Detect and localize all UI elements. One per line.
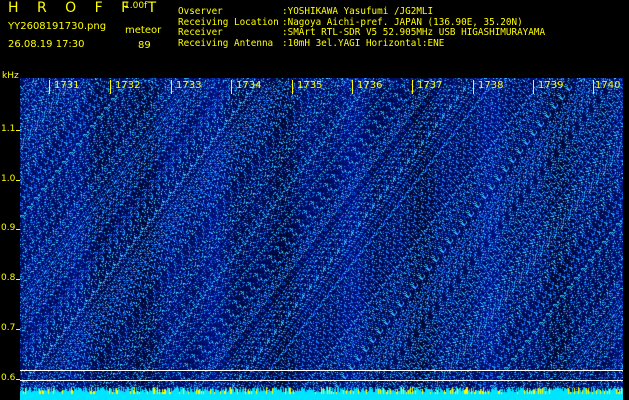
y-tick-mark <box>16 229 20 230</box>
y-tick-mark <box>16 130 20 131</box>
x-tick-label: 1733 <box>176 80 202 91</box>
y-tick-mark <box>16 279 20 280</box>
x-tick-label: 1732 <box>115 80 141 91</box>
y-tick-label: 1.1 <box>1 124 16 134</box>
x-tick-label: 1736 <box>357 80 383 91</box>
x-tick-line <box>593 80 594 94</box>
x-tick-line <box>352 80 353 94</box>
meteor-label: meteor <box>125 25 162 36</box>
x-tick-label: 1735 <box>297 80 323 91</box>
meteor-count: 89 <box>138 40 151 51</box>
spectrogram-waterfall <box>20 78 623 400</box>
antenna-value: :10mH 3el.YAGI Horizontal:ENE <box>282 37 445 49</box>
y-tick-label: 0.9 <box>1 223 16 233</box>
x-tick-line <box>533 80 534 94</box>
y-tick-label: 0.7 <box>1 323 16 333</box>
y-axis-unit: kHz <box>2 71 19 81</box>
x-tick-label: 1737 <box>417 80 443 91</box>
datetime-label: 26.08.19 17:30 <box>8 39 85 50</box>
x-tick-label: 1734 <box>236 80 262 91</box>
x-tick-line <box>171 80 172 94</box>
station-info-keys: Ovserver Receiving Location Receiver Receiv… <box>178 6 279 49</box>
observer-value: :YOSHIKAWA Yasufumi /JG2MLI <box>282 6 434 17</box>
x-tick-line <box>473 80 474 94</box>
x-tick-label: 1738 <box>478 80 504 91</box>
x-tick-line <box>412 80 413 94</box>
y-tick-label: 1.0 <box>1 174 16 184</box>
reference-line-upper <box>20 370 623 371</box>
x-tick-label: 1739 <box>538 80 564 91</box>
filename-label: YY2608191730.png <box>8 21 107 32</box>
y-tick-mark <box>16 180 20 181</box>
x-tick-line <box>292 80 293 94</box>
y-tick-mark <box>16 329 20 330</box>
reference-line-lower <box>20 380 623 381</box>
y-tick-label: 0.6 <box>1 373 16 383</box>
x-tick-line <box>231 80 232 94</box>
observer-key: Ovserver <box>178 6 223 17</box>
receiver-value: :SMArt RTL-SDR V5 52.905MHz USB HIGASHIM… <box>282 27 546 38</box>
antenna-key: Receiving Antenna <box>178 37 274 49</box>
x-tick-label: 1731 <box>54 80 80 91</box>
receiver-key: Receiver <box>178 27 223 38</box>
x-tick-label: 1740 <box>595 80 621 91</box>
version-label: 1.00f <box>124 1 148 11</box>
y-tick-label: 0.8 <box>1 273 16 283</box>
x-tick-line <box>49 80 50 94</box>
x-tick-line <box>110 80 111 94</box>
station-info-values: :YOSHIKAWA Yasufumi /JG2MLI:Nagoya Aichi… <box>282 6 546 49</box>
